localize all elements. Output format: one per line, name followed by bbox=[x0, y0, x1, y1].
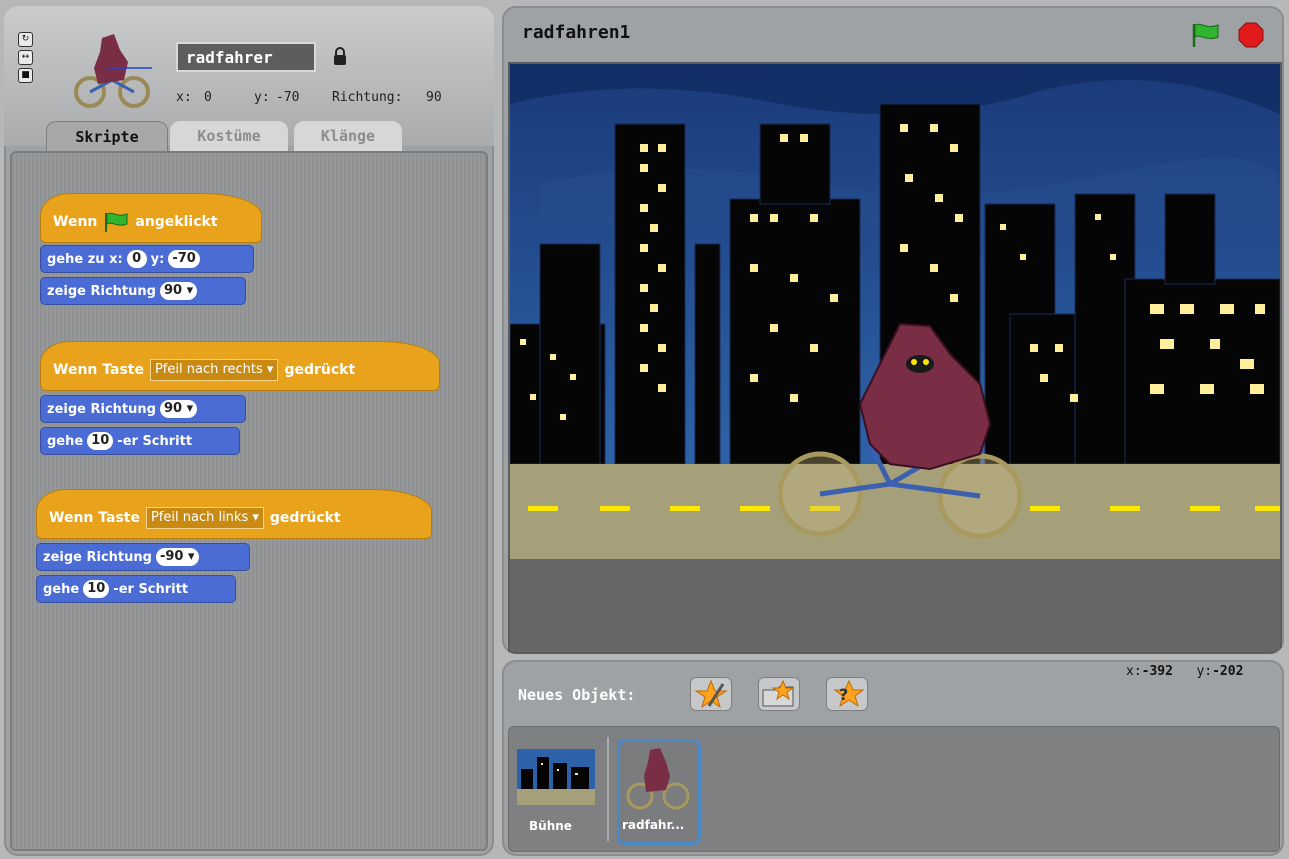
sprite-tile-label: radfahr... bbox=[622, 818, 685, 832]
sprite-direction-value: 90 bbox=[426, 90, 442, 105]
green-flag-icon[interactable] bbox=[1190, 22, 1220, 48]
random-sprite-button[interactable]: ? bbox=[826, 677, 868, 711]
direction-value: 90 bbox=[163, 401, 183, 416]
tab-scripts[interactable]: Skripte bbox=[46, 121, 168, 152]
point-in-direction-block[interactable]: zeige Richtung -90 ▾ bbox=[36, 543, 250, 571]
direction-value: 90 bbox=[163, 283, 183, 298]
when-key-pressed-hat[interactable]: Wenn Taste Pfeil nach rechts ▾ gedrückt bbox=[40, 341, 440, 391]
paint-star-icon bbox=[694, 679, 728, 709]
svg-text:?: ? bbox=[839, 685, 848, 704]
block-label: gehe bbox=[43, 581, 80, 597]
tab-sounds[interactable]: Klänge bbox=[294, 121, 402, 151]
sprite-tile-image bbox=[626, 748, 690, 810]
stage-panel: radfahren1 bbox=[502, 6, 1284, 654]
block-label: zeige Richtung bbox=[47, 283, 156, 299]
key-dropdown[interactable]: Pfeil nach rechts ▾ bbox=[149, 359, 279, 381]
direction-dropdown[interactable]: -90 ▾ bbox=[155, 548, 199, 566]
divider bbox=[607, 737, 609, 841]
sprite-list: Bühne radfahr... bbox=[508, 726, 1280, 852]
x-input[interactable]: 0 bbox=[126, 250, 147, 268]
y-input[interactable]: -70 bbox=[168, 250, 200, 268]
block-label: -er Schritt bbox=[117, 433, 193, 449]
block-label: -er Schritt bbox=[113, 581, 189, 597]
block-label: y: bbox=[150, 251, 165, 267]
key-value: Pfeil nach rechts bbox=[154, 362, 263, 377]
no-rotation-icon[interactable]: ■ bbox=[18, 68, 33, 83]
lock-icon[interactable] bbox=[332, 46, 348, 66]
when-flag-clicked-hat[interactable]: Wenn angeklickt bbox=[40, 193, 262, 243]
project-title: radfahren1 bbox=[522, 22, 631, 43]
direction-dropdown[interactable]: 90 ▾ bbox=[159, 282, 198, 300]
tab-costumes[interactable]: Kostüme bbox=[170, 121, 288, 151]
stage-thumbnail-image bbox=[517, 749, 595, 805]
mouse-x-value: -392 bbox=[1141, 664, 1173, 679]
mouse-y-value: -202 bbox=[1212, 664, 1244, 679]
sprite-x-label: x: bbox=[176, 90, 192, 105]
sprite-y-label: y: bbox=[254, 90, 270, 105]
folder-star-icon bbox=[762, 679, 795, 707]
steps-input[interactable]: 10 bbox=[87, 432, 114, 450]
hat-label: Wenn Taste bbox=[49, 510, 140, 526]
stop-icon[interactable] bbox=[1238, 22, 1264, 48]
steps-input[interactable]: 10 bbox=[83, 580, 110, 598]
key-value: Pfeil nach links bbox=[150, 510, 249, 525]
sprite-list-panel: Neues Objekt: ? x:-392 y:-202 Bühne radf… bbox=[502, 660, 1284, 856]
sprite-x-value: 0 bbox=[204, 90, 212, 105]
hat-label: gedrückt bbox=[284, 362, 356, 378]
green-flag-icon bbox=[105, 212, 128, 232]
sprite-info-header: ↻ ↔ ■ radfahrer x: 0 y: -70 Richtung: 90… bbox=[4, 6, 494, 152]
mouse-coordinates: x:-392 y:-202 bbox=[1126, 664, 1243, 679]
block-label: zeige Richtung bbox=[47, 401, 156, 417]
stage-canvas[interactable] bbox=[508, 62, 1282, 654]
mouse-y-label: y: bbox=[1196, 664, 1213, 679]
sprite-tile-radfahrer[interactable]: radfahr... bbox=[617, 739, 701, 845]
stage-scene bbox=[510, 64, 1280, 652]
move-steps-block[interactable]: gehe 10 -er Schritt bbox=[40, 427, 240, 455]
left-right-rotation-icon[interactable]: ↔ bbox=[18, 50, 33, 65]
sprite-direction-label: Richtung: bbox=[332, 90, 403, 105]
block-label: gehe zu x: bbox=[47, 251, 123, 267]
move-steps-block[interactable]: gehe 10 -er Schritt bbox=[36, 575, 236, 603]
mouse-x-label: x: bbox=[1126, 664, 1142, 679]
key-dropdown[interactable]: Pfeil nach links ▾ bbox=[145, 507, 264, 529]
stage-thumbnail[interactable] bbox=[517, 749, 595, 805]
sprite-y-value: -70 bbox=[276, 90, 300, 105]
hat-label: Wenn bbox=[53, 214, 98, 230]
sprite-thumbnail bbox=[74, 34, 152, 108]
hat-label: Wenn Taste bbox=[53, 362, 144, 378]
new-sprite-label: Neues Objekt: bbox=[518, 686, 636, 704]
point-in-direction-block[interactable]: zeige Richtung 90 ▾ bbox=[40, 395, 246, 423]
question-star-icon: ? bbox=[833, 679, 865, 708]
hat-label: gedrückt bbox=[269, 510, 341, 526]
direction-value: -90 bbox=[159, 549, 184, 564]
block-label: zeige Richtung bbox=[43, 549, 152, 565]
goto-xy-block[interactable]: gehe zu x: 0 y: -70 bbox=[40, 245, 254, 273]
sprite-name-field[interactable]: radfahrer bbox=[176, 42, 316, 72]
direction-dropdown[interactable]: 90 ▾ bbox=[159, 400, 198, 418]
stage-label: Bühne bbox=[529, 819, 572, 833]
sprite-panel: ↻ ↔ ■ radfahrer x: 0 y: -70 Richtung: 90… bbox=[4, 6, 494, 856]
rotate-all-around-icon[interactable]: ↻ bbox=[18, 32, 33, 47]
scripts-area[interactable]: Wenn angeklickt gehe zu x: 0 y: -70 zeig… bbox=[10, 151, 488, 851]
paint-new-sprite-button[interactable] bbox=[690, 677, 732, 711]
point-in-direction-block[interactable]: zeige Richtung 90 ▾ bbox=[40, 277, 246, 305]
when-key-pressed-hat[interactable]: Wenn Taste Pfeil nach links ▾ gedrückt bbox=[36, 489, 432, 539]
hat-label: angeklickt bbox=[135, 214, 218, 230]
block-label: gehe bbox=[47, 433, 84, 449]
choose-sprite-from-file-button[interactable] bbox=[758, 677, 800, 711]
